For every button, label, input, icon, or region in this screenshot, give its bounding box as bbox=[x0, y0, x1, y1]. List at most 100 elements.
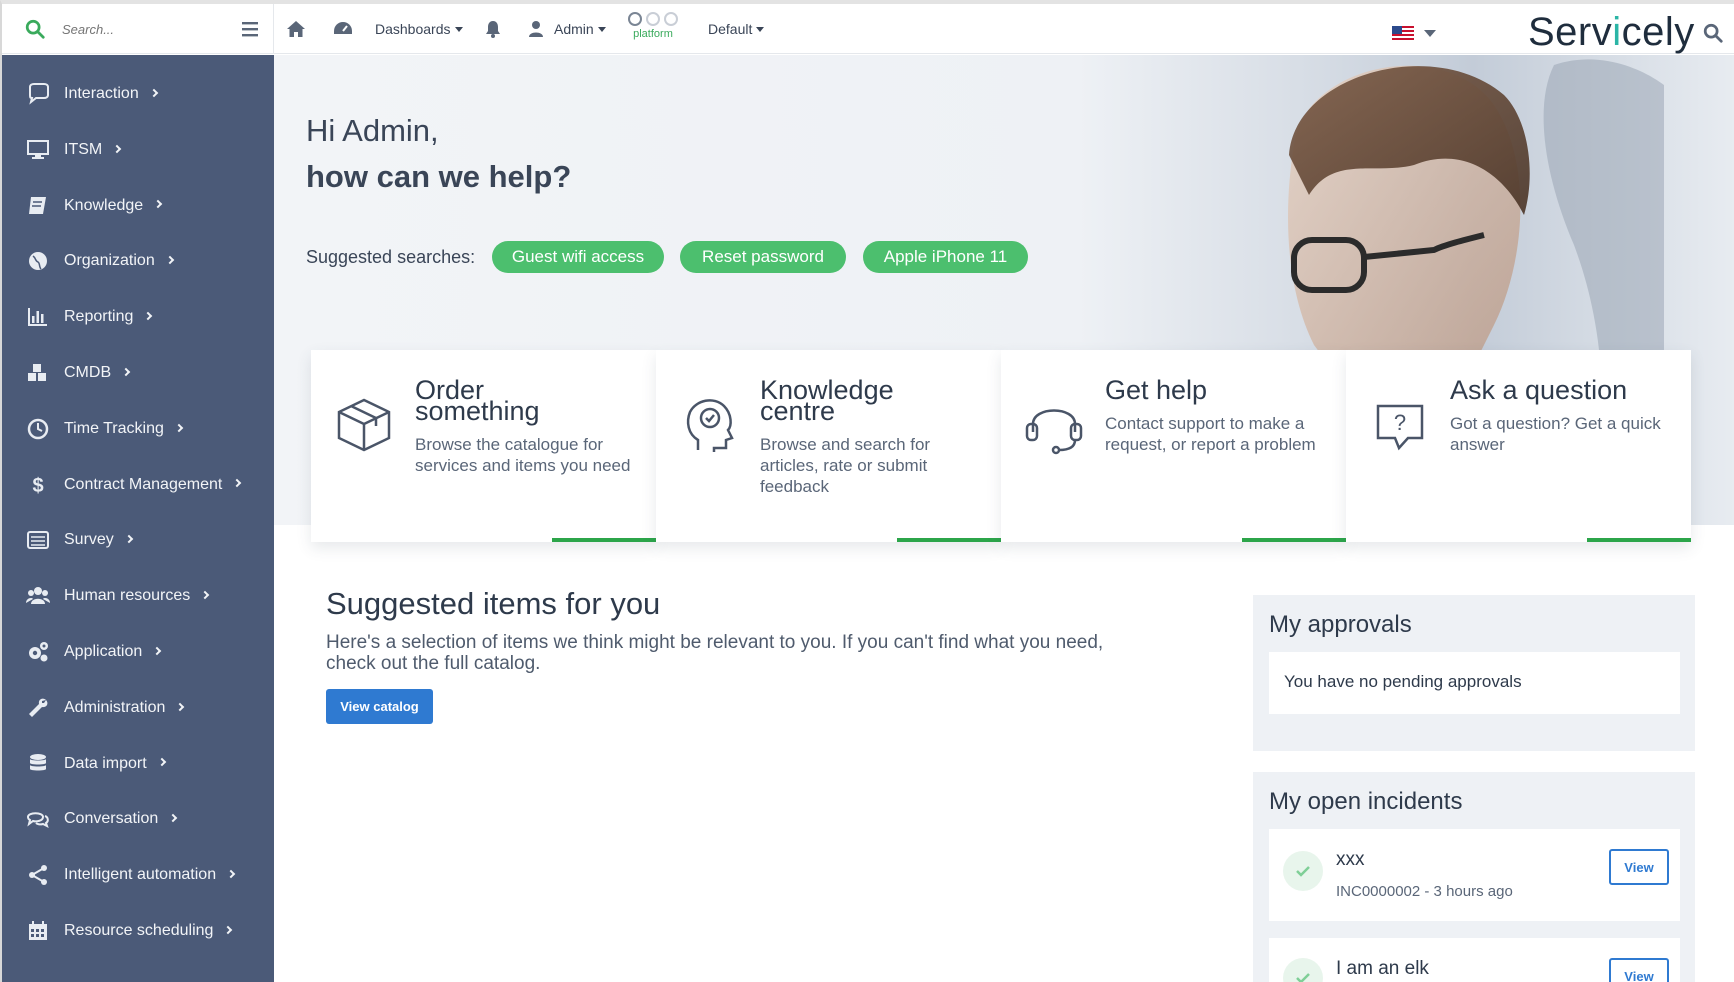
user-menu[interactable]: Admin bbox=[528, 4, 606, 54]
chevron-right-icon bbox=[157, 758, 166, 767]
book-icon bbox=[29, 196, 46, 214]
platform-label: platform bbox=[633, 28, 673, 40]
sidebar-item-resource-scheduling[interactable]: Resource scheduling bbox=[2, 903, 274, 959]
chevron-down-icon bbox=[1424, 30, 1436, 37]
sidebar-item-administration[interactable]: Administration bbox=[2, 680, 274, 736]
card-title: Get help bbox=[1105, 375, 1208, 405]
list-icon bbox=[27, 531, 49, 550]
get-help-card[interactable]: Get help Contact support to make a reque… bbox=[1001, 350, 1346, 542]
sidebar-item-itsm[interactable]: ITSM bbox=[2, 122, 274, 178]
incidents-title: My open incidents bbox=[1269, 788, 1463, 815]
card-description: Browse and search for articles, rate or … bbox=[760, 435, 931, 496]
chevron-right-icon bbox=[174, 423, 184, 432]
gears-icon bbox=[29, 642, 48, 662]
approvals-panel: My approvals You have no pending approva… bbox=[1253, 595, 1695, 751]
suggested-search-chip[interactable]: Guest wifi access bbox=[492, 241, 664, 273]
language-selector[interactable] bbox=[1392, 26, 1436, 42]
sidebar-item-label: Application bbox=[64, 643, 143, 660]
ask-question-card[interactable]: ? Ask a question Got a question? Get a q… bbox=[1346, 350, 1691, 542]
sidebar-item-label: Reporting bbox=[64, 308, 134, 326]
sidebar-item-survey[interactable]: Survey bbox=[2, 512, 274, 568]
brand-logo: Servicely bbox=[1528, 10, 1695, 54]
view-catalog-button[interactable]: View catalog bbox=[326, 689, 433, 724]
card-accent-bar bbox=[552, 538, 656, 542]
sidebar-item-text: Administration bbox=[64, 699, 185, 717]
dashboard-gauge-button[interactable] bbox=[332, 4, 354, 54]
view-incident-button[interactable]: View bbox=[1609, 849, 1669, 885]
sidebar-item-application[interactable]: Application bbox=[2, 624, 274, 680]
no-approvals-text: You have no pending approvals bbox=[1284, 672, 1522, 691]
card-accent-bar bbox=[1242, 538, 1346, 542]
sidebar-item-organization[interactable]: Organization bbox=[2, 233, 274, 289]
chevron-right-icon bbox=[201, 590, 210, 600]
suggested-searches-label: Suggested searches: bbox=[306, 247, 476, 267]
view-incident-button[interactable]: View bbox=[1609, 958, 1669, 982]
chevron-right-icon bbox=[124, 534, 134, 544]
sidebar-item-reporting[interactable]: Reporting bbox=[2, 289, 274, 345]
platform-status[interactable]: platform bbox=[628, 12, 678, 50]
svg-text:$: $ bbox=[32, 475, 43, 497]
sidebar-item-text: Conversation bbox=[64, 810, 178, 828]
knowledge-centre-card[interactable]: Knowledge centre Browse and search for ar… bbox=[656, 350, 1001, 542]
sidebar-item-human-resources[interactable]: Human resources bbox=[2, 568, 274, 624]
search-icon[interactable] bbox=[24, 18, 46, 40]
bar-chart-icon bbox=[28, 308, 47, 327]
sidebar-item-knowledge[interactable]: Knowledge bbox=[2, 178, 274, 234]
sidebar-item-cmdb[interactable]: CMDB bbox=[2, 345, 274, 401]
svg-text:?: ? bbox=[1394, 410, 1406, 435]
hamburger-menu-icon[interactable] bbox=[240, 20, 260, 38]
card-accent-bar bbox=[1587, 538, 1691, 542]
sidebar-item-text: Contract Management bbox=[64, 475, 242, 494]
dollar-icon: $ bbox=[32, 475, 43, 497]
sidebar-item-text: Interaction bbox=[64, 85, 158, 103]
suggested-items-title: Suggested items for you bbox=[326, 586, 661, 621]
dashboards-dropdown[interactable]: Dashboards bbox=[375, 4, 463, 54]
headset-icon bbox=[1025, 409, 1083, 455]
dashboards-label: Dashboards bbox=[375, 21, 451, 37]
chevron-down-icon bbox=[756, 26, 765, 32]
monitor-icon bbox=[27, 139, 49, 159]
notifications-button[interactable] bbox=[485, 4, 501, 54]
chevron-right-icon bbox=[165, 255, 174, 265]
sidebar-item-contract-management[interactable]: $ Contract Management bbox=[2, 457, 274, 513]
chevron-right-icon bbox=[149, 88, 158, 98]
search-input[interactable] bbox=[62, 18, 222, 40]
suggested-search-chip[interactable]: Apple iPhone 11 bbox=[863, 241, 1028, 273]
chevron-right-icon bbox=[112, 144, 122, 153]
sidebar-item-interaction[interactable]: Interaction bbox=[2, 66, 274, 122]
app-window: Dashboards Admin platform bbox=[0, 0, 1734, 982]
wrench-icon bbox=[29, 698, 48, 717]
clock-icon bbox=[27, 418, 49, 440]
cubes-icon bbox=[28, 364, 46, 381]
sidebar-item-label: Contract Management bbox=[64, 475, 223, 493]
card-title: Order something bbox=[415, 375, 540, 426]
order-something-card[interactable]: Order something Browse the catalogue for … bbox=[311, 350, 656, 542]
suggested-search-chip[interactable]: Reset password bbox=[680, 241, 846, 273]
comments-icon bbox=[26, 812, 49, 829]
sidebar-item-label: Resource scheduling bbox=[64, 922, 214, 939]
share-icon bbox=[29, 865, 47, 886]
incident-row: I am an elk View bbox=[1269, 938, 1680, 982]
chevron-right-icon bbox=[153, 646, 162, 656]
sidebar-item-conversation[interactable]: Conversation bbox=[2, 791, 274, 847]
sidebar-item-time-tracking[interactable]: Time Tracking bbox=[2, 401, 274, 457]
card-description: Got a question? Get a quick answer bbox=[1450, 414, 1661, 454]
sidebar-item-text: Survey bbox=[64, 531, 134, 549]
sidebar-item-text: Data import bbox=[64, 755, 166, 773]
card-accent-bar bbox=[897, 538, 1001, 542]
default-dropdown[interactable]: Default bbox=[708, 4, 765, 54]
chevron-down-icon bbox=[454, 26, 463, 32]
home-button[interactable] bbox=[286, 4, 306, 54]
chevron-right-icon bbox=[226, 869, 236, 879]
record-icon bbox=[628, 12, 642, 26]
play-icon bbox=[664, 12, 678, 26]
home-icon bbox=[287, 21, 305, 37]
sidebar-item-intelligent-automation[interactable]: Intelligent automation bbox=[2, 847, 274, 903]
sidebar-item-data-import[interactable]: Data import bbox=[2, 736, 274, 792]
sidebar-item-label: Knowledge bbox=[64, 196, 144, 214]
incidents-panel: My open incidents xxx INC0000002 - 3 hou… bbox=[1253, 772, 1695, 982]
database-icon bbox=[30, 753, 46, 771]
global-search-icon[interactable] bbox=[1702, 22, 1724, 44]
suggested-items-description: Here's a selection of items we think mig… bbox=[326, 632, 1104, 674]
help-heading: how can we help? bbox=[306, 159, 572, 194]
